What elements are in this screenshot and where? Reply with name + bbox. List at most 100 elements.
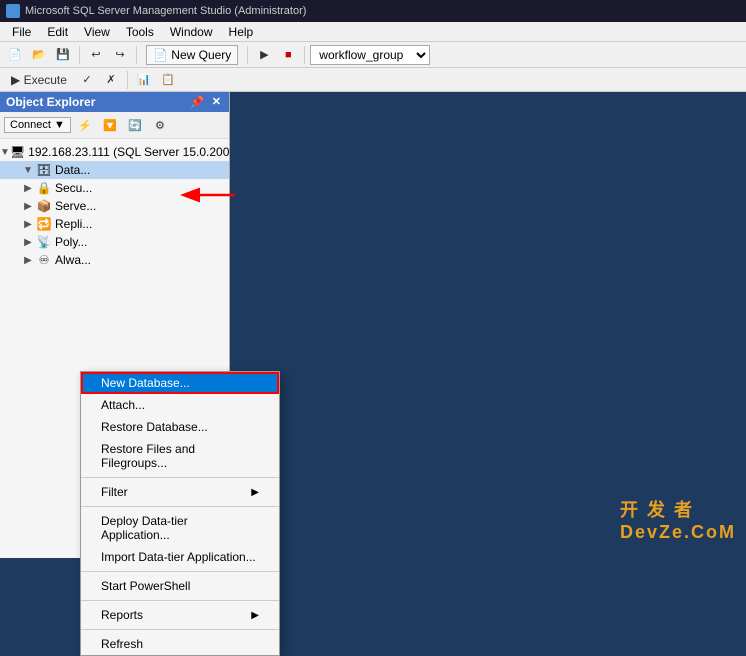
new-file-btn[interactable]: 📄: [4, 44, 26, 66]
server-icon: 🖥: [10, 144, 25, 160]
include-actual-plan-btn[interactable]: 📊: [133, 69, 155, 91]
execute-btn[interactable]: ▶ Execute: [4, 69, 74, 91]
repl-label: Repli...: [55, 217, 92, 231]
watermark-line2: DevZe.CoM: [620, 522, 736, 543]
oe-node-security[interactable]: ▶ 🔒 Secu...: [0, 179, 229, 197]
oe-node-serverobjects[interactable]: ▶ 📦 Serve...: [0, 197, 229, 215]
ctx-filter-arrow: ▶: [251, 487, 259, 498]
oe-header-buttons: 📌 ✕: [188, 95, 223, 109]
title-bar-text: Microsoft SQL Server Management Studio (…: [25, 5, 306, 17]
ctx-deploy-dac-label: Deploy Data-tier Application...: [101, 514, 259, 542]
mgmt-label: Mana...: [55, 271, 95, 273]
oe-node-server[interactable]: ▼ 🖥 192.168.23.111 (SQL Server 15.0.2000…: [0, 143, 229, 161]
debug-btn[interactable]: ▶: [253, 44, 275, 66]
menu-tools[interactable]: Tools: [118, 22, 162, 41]
new-query-btn[interactable]: 📄 New Query: [146, 45, 238, 65]
oe-disconnect-btn[interactable]: ⚡: [74, 114, 96, 136]
ctx-refresh[interactable]: Refresh: [81, 633, 279, 655]
mgmt-expand-icon: ▶: [20, 273, 36, 274]
server-expand-icon: ▼: [0, 147, 10, 158]
app-icon: [6, 4, 20, 18]
alwayson-expand-icon: ▶: [20, 255, 36, 266]
menu-file[interactable]: File: [4, 22, 39, 41]
oe-title: Object Explorer: [6, 95, 95, 109]
server-label: 192.168.23.111 (SQL Server 15.0.2000.5 -…: [28, 145, 229, 159]
toolbar2-sep: [127, 71, 128, 89]
database-dropdown[interactable]: workflow_group: [310, 45, 430, 65]
menu-window[interactable]: Window: [162, 22, 221, 41]
mgmt-icon: ⚙: [36, 270, 52, 273]
context-menu: New Database... Attach... Restore Databa…: [80, 371, 280, 656]
save-btn[interactable]: 💾: [52, 44, 74, 66]
ctx-import-dac-label: Import Data-tier Application...: [101, 550, 256, 564]
poly-icon: 📡: [36, 234, 52, 250]
main-toolbar: 📄 📂 💾 ↩ ↪ 📄 New Query ▶ ■ workflow_group: [0, 42, 746, 68]
alwayson-icon: ♾: [36, 252, 52, 268]
oe-node-databases[interactable]: ▼ 🗄 Data...: [0, 161, 229, 179]
ctx-restore-files[interactable]: Restore Files and Filegroups...: [81, 438, 279, 474]
menu-view[interactable]: View: [76, 22, 118, 41]
oe-node-management[interactable]: ▶ ⚙ Mana...: [0, 269, 229, 273]
ctx-attach[interactable]: Attach...: [81, 394, 279, 416]
toolbar-sep-3: [247, 46, 248, 64]
watermark-line1: 开 发 者: [620, 496, 736, 522]
serverobj-expand-icon: ▶: [20, 201, 36, 212]
security-label: Secu...: [55, 181, 92, 195]
oe-node-replication[interactable]: ▶ 🔁 Repli...: [0, 215, 229, 233]
ctx-attach-label: Attach...: [101, 398, 145, 412]
title-bar: Microsoft SQL Server Management Studio (…: [0, 0, 746, 22]
cancel-query-btn[interactable]: ✗: [100, 69, 122, 91]
ctx-restore-db-label: Restore Database...: [101, 420, 208, 434]
redo-btn[interactable]: ↪: [109, 44, 131, 66]
ctx-filter-label: Filter: [101, 485, 128, 499]
sql-toolbar: ▶ Execute ✓ ✗ 📊 📋: [0, 68, 746, 92]
oe-filter-btn[interactable]: 🔽: [99, 114, 121, 136]
ctx-deploy-dac[interactable]: Deploy Data-tier Application...: [81, 510, 279, 546]
stop-btn[interactable]: ■: [277, 44, 299, 66]
show-plan-btn[interactable]: 📋: [157, 69, 179, 91]
ctx-sep-5: [81, 629, 279, 630]
oe-header: Object Explorer 📌 ✕: [0, 92, 229, 112]
ctx-powershell-label: Start PowerShell: [101, 579, 190, 593]
ctx-import-dac[interactable]: Import Data-tier Application...: [81, 546, 279, 568]
security-icon: 🔒: [36, 180, 52, 196]
menu-bar: File Edit View Tools Window Help: [0, 22, 746, 42]
alwayson-label: Alwa...: [55, 253, 91, 267]
databases-label: Data...: [55, 163, 90, 177]
oe-pin-btn[interactable]: 📌: [188, 95, 207, 109]
oe-refresh-btn[interactable]: 🔄: [124, 114, 146, 136]
ctx-sep-3: [81, 571, 279, 572]
menu-help[interactable]: Help: [221, 22, 262, 41]
open-btn[interactable]: 📂: [28, 44, 50, 66]
ctx-reports-arrow: ▶: [251, 610, 259, 621]
toolbar-sep-4: [304, 46, 305, 64]
ctx-new-database[interactable]: New Database...: [81, 372, 279, 394]
menu-edit[interactable]: Edit: [39, 22, 76, 41]
ctx-reports[interactable]: Reports ▶: [81, 604, 279, 626]
ctx-filter[interactable]: Filter ▶: [81, 481, 279, 503]
undo-btn[interactable]: ↩: [85, 44, 107, 66]
ctx-powershell[interactable]: Start PowerShell: [81, 575, 279, 597]
oe-node-polybase[interactable]: ▶ 📡 Poly...: [0, 233, 229, 251]
poly-label: Poly...: [55, 235, 87, 249]
oe-tree: ▼ 🖥 192.168.23.111 (SQL Server 15.0.2000…: [0, 139, 229, 273]
serverobj-icon: 📦: [36, 198, 52, 214]
oe-node-alwayson[interactable]: ▶ ♾ Alwa...: [0, 251, 229, 269]
main-area: Object Explorer 📌 ✕ Connect ▼ ⚡ 🔽 🔄 ⚙ ▼ …: [0, 92, 746, 558]
content-area: [230, 92, 746, 558]
oe-close-btn[interactable]: ✕: [210, 95, 223, 109]
toolbar-sep-1: [79, 46, 80, 64]
poly-expand-icon: ▶: [20, 237, 36, 248]
parse-btn[interactable]: ✓: [76, 69, 98, 91]
repl-icon: 🔁: [36, 216, 52, 232]
ctx-restore-database[interactable]: Restore Database...: [81, 416, 279, 438]
ctx-sep-1: [81, 477, 279, 478]
ctx-sep-2: [81, 506, 279, 507]
serverobj-label: Serve...: [55, 199, 96, 213]
new-query-label: 📄 New Query: [153, 48, 231, 62]
oe-options-btn[interactable]: ⚙: [149, 114, 171, 136]
databases-expand-icon: ▼: [20, 165, 36, 176]
oe-connect-btn[interactable]: Connect ▼: [4, 117, 71, 133]
ctx-refresh-label: Refresh: [101, 637, 143, 651]
databases-icon: 🗄: [36, 162, 52, 178]
